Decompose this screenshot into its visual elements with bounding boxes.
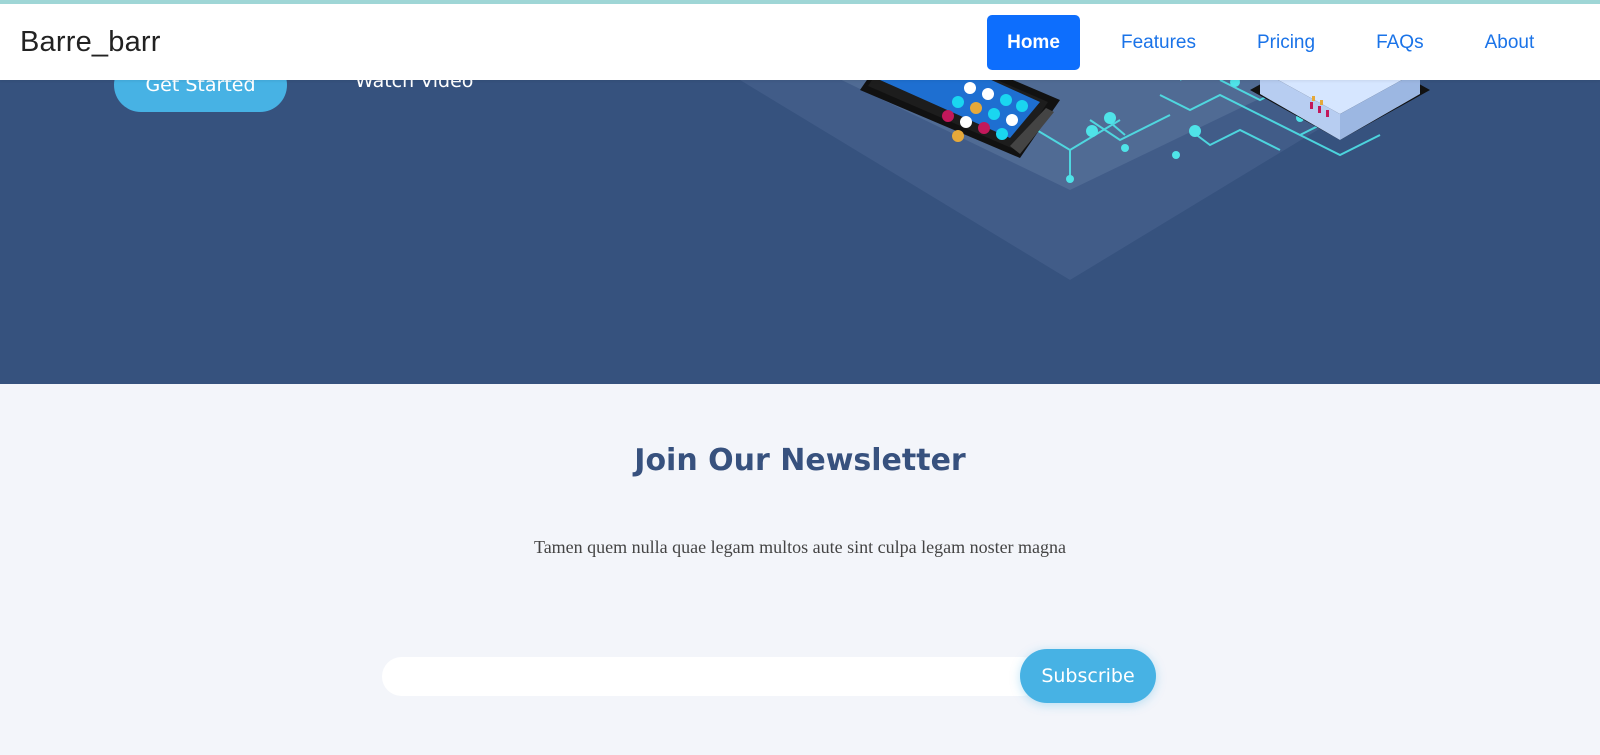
- main-nav: Home Features Pricing FAQs About: [987, 15, 1534, 70]
- nav-item-pricing[interactable]: Pricing: [1257, 15, 1315, 70]
- newsletter-email-input[interactable]: [382, 657, 1042, 696]
- nav-item-about[interactable]: About: [1485, 15, 1535, 70]
- subscribe-button[interactable]: Subscribe: [1020, 649, 1156, 703]
- top-navbar: Barre_barr Home Features Pricing FAQs Ab…: [0, 4, 1600, 80]
- newsletter-form: Subscribe: [382, 649, 1156, 704]
- nav-item-home[interactable]: Home: [987, 15, 1080, 70]
- nav-item-features[interactable]: Features: [1121, 15, 1196, 70]
- top-accent-strip: [0, 0, 1600, 4]
- newsletter-title: Join Our Newsletter: [634, 443, 966, 478]
- nav-item-faqs[interactable]: FAQs: [1376, 15, 1424, 70]
- newsletter-description: Tamen quem nulla quae legam multos aute …: [533, 537, 1067, 557]
- brand-logo[interactable]: Barre_barr: [20, 26, 161, 59]
- newsletter-section: Join Our Newsletter Tamen quem nulla qua…: [0, 384, 1600, 755]
